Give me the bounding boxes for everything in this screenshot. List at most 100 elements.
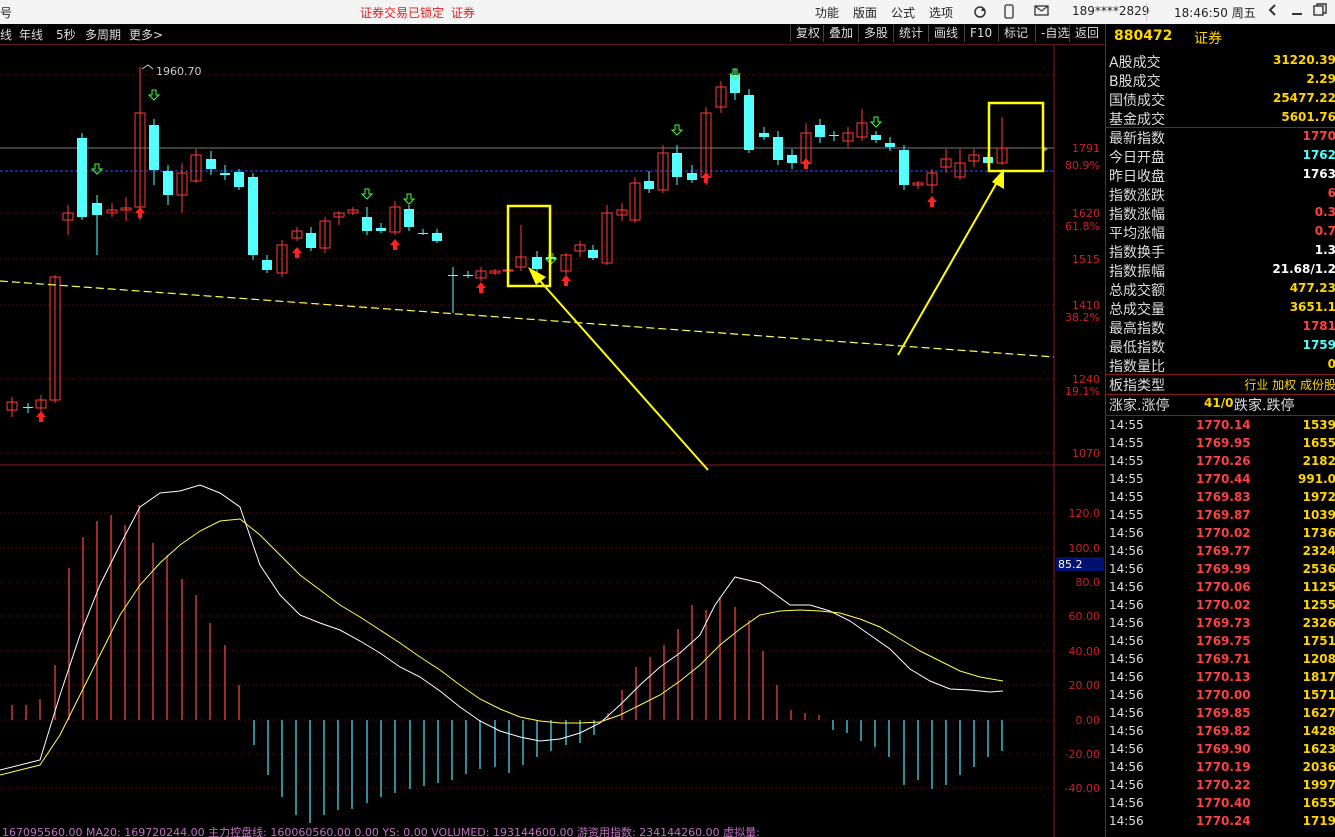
period-tab-5sec[interactable]: 5秒 bbox=[56, 26, 76, 43]
tick-row[interactable]: 14:56 1770.22 1997 bbox=[1106, 777, 1335, 795]
board-type-label: 板指类型 bbox=[1109, 378, 1165, 394]
stat-label: 最新指数 bbox=[1109, 131, 1165, 147]
tick-price: 1769.83 bbox=[1196, 490, 1251, 504]
tick-row[interactable]: 14:56 1770.06 1125 bbox=[1106, 579, 1335, 597]
candle-body bbox=[463, 275, 473, 276]
chart-grid bbox=[0, 45, 1105, 837]
candle-body bbox=[672, 153, 682, 177]
tick-time: 14:55 bbox=[1109, 454, 1144, 468]
macd-dea-line bbox=[0, 518, 1004, 776]
menu-function[interactable]: 功能 bbox=[815, 4, 839, 21]
stat-value: 0.7 bbox=[1314, 224, 1335, 238]
tick-volume: 1039 bbox=[1302, 508, 1335, 522]
user-account[interactable]: 189****2829 bbox=[1072, 4, 1149, 18]
tick-volume: 1627 bbox=[1302, 706, 1335, 720]
tick-volume: 2326 bbox=[1302, 616, 1335, 630]
tick-row[interactable]: 14:56 1770.19 2036 bbox=[1106, 759, 1335, 777]
minimize-icon[interactable] bbox=[1290, 2, 1304, 21]
period-tab-multi[interactable]: 多周期 bbox=[85, 26, 121, 43]
tick-row[interactable]: 14:56 1770.13 1817 bbox=[1106, 669, 1335, 687]
stat-value: 1759 bbox=[1302, 338, 1335, 352]
candle-body bbox=[220, 173, 230, 175]
stat-label: 指数涨跌 bbox=[1109, 188, 1165, 204]
chart-toolbar: 线 年线 5秒 多周期 更多> 复权 叠加 多股 统计 画线 F10 标记 -自… bbox=[0, 24, 1105, 45]
tick-price: 1769.90 bbox=[1196, 742, 1251, 756]
macd-axis-label: 40.00 bbox=[1069, 645, 1101, 658]
tick-price: 1770.00 bbox=[1196, 688, 1251, 702]
mark-button[interactable]: 标记 bbox=[998, 25, 1033, 42]
kline-chart[interactable]: 179180.9%162061.8%1515141038.2%124019.1%… bbox=[0, 45, 1105, 837]
restore-rights-button[interactable]: 复权 bbox=[790, 25, 825, 42]
buy-arrow-icon bbox=[927, 196, 937, 207]
period-tab-more[interactable]: 更多> bbox=[129, 26, 163, 43]
tick-row[interactable]: 14:55 1769.87 1039 bbox=[1106, 507, 1335, 525]
price-axis-label: 1515 bbox=[1072, 253, 1100, 266]
tick-row[interactable]: 14:56 1769.75 1751 bbox=[1106, 633, 1335, 651]
candle-body bbox=[787, 155, 797, 163]
candle-body bbox=[248, 177, 258, 255]
tick-time: 14:56 bbox=[1109, 742, 1144, 756]
tick-row[interactable]: 14:56 1769.90 1623 bbox=[1106, 741, 1335, 759]
tick-row[interactable]: 14:56 1769.71 1208 bbox=[1106, 651, 1335, 669]
tick-row[interactable]: 14:56 1769.82 1428 bbox=[1106, 723, 1335, 741]
macd-axis-label: 0.00 bbox=[1076, 714, 1101, 727]
clock: 18:46:50 周五 bbox=[1174, 6, 1256, 20]
mail-icon[interactable] bbox=[1034, 4, 1050, 21]
stat-row: A股成交 31220.39 bbox=[1106, 52, 1335, 71]
tick-row[interactable]: 14:56 1770.02 1255 bbox=[1106, 597, 1335, 615]
tick-price: 1770.22 bbox=[1196, 778, 1251, 792]
quote-panel: 880472 证券 A股成交 31220.39 B股成交 2.29 国债成交 25477.… bbox=[1105, 24, 1335, 837]
tick-row[interactable]: 14:55 1769.83 1972 bbox=[1106, 489, 1335, 507]
phone-icon[interactable] bbox=[1002, 4, 1016, 23]
stat-row: 指数量比 0 bbox=[1106, 356, 1335, 375]
stats-button[interactable]: 统计 bbox=[893, 25, 928, 42]
stat-row: 基金成交 5601.76 bbox=[1106, 109, 1335, 128]
highlight-box bbox=[506, 204, 552, 288]
tick-row[interactable]: 14:56 1769.99 2536 bbox=[1106, 561, 1335, 579]
tick-row[interactable]: 14:56 1770.00 1571 bbox=[1106, 687, 1335, 705]
tick-row[interactable]: 14:55 1770.26 2182 bbox=[1106, 453, 1335, 471]
period-tab-partial[interactable]: 线 bbox=[0, 26, 12, 43]
sell-arrow-icon bbox=[360, 188, 374, 200]
candle-body bbox=[262, 260, 272, 270]
refresh-icon[interactable] bbox=[972, 4, 988, 23]
candle-body bbox=[404, 209, 414, 227]
candle-body bbox=[376, 228, 386, 231]
tick-volume: 2536 bbox=[1302, 562, 1335, 576]
tick-row[interactable]: 14:56 1769.73 2326 bbox=[1106, 615, 1335, 633]
tick-row[interactable]: 14:55 1769.95 1655 bbox=[1106, 435, 1335, 453]
multi-stock-button[interactable]: 多股 bbox=[858, 25, 893, 42]
stat-value: 31220.39 bbox=[1272, 53, 1335, 67]
overlay-button[interactable]: 叠加 bbox=[823, 25, 858, 42]
tick-row[interactable]: 14:56 1769.85 1627 bbox=[1106, 705, 1335, 723]
macd-axis-label: -40.00 bbox=[1065, 782, 1100, 795]
period-tab-year[interactable]: 年线 bbox=[19, 26, 43, 43]
tick-price: 1769.82 bbox=[1196, 724, 1251, 738]
stat-value: 1762 bbox=[1302, 148, 1335, 162]
macd-cursor-value: 85.2 bbox=[1058, 558, 1083, 571]
f10-button[interactable]: F10 bbox=[964, 25, 997, 42]
tick-row[interactable]: 14:56 1769.77 2324 bbox=[1106, 543, 1335, 561]
buy-arrow-icon bbox=[135, 207, 145, 218]
menu-formula[interactable]: 公式 bbox=[891, 4, 915, 21]
tick-row[interactable]: 14:55 1770.14 1539 bbox=[1106, 417, 1335, 435]
menu-layout[interactable]: 版面 bbox=[853, 4, 877, 21]
tick-time: 14:56 bbox=[1109, 580, 1144, 594]
back-icon[interactable] bbox=[1266, 2, 1280, 21]
price-axis-label: 1620 bbox=[1072, 207, 1100, 220]
maximize-icon[interactable] bbox=[1312, 2, 1328, 21]
pointer-arrow bbox=[532, 272, 709, 471]
tick-volume: 1208 bbox=[1302, 652, 1335, 666]
tick-row[interactable]: 14:56 1770.40 1655 bbox=[1106, 795, 1335, 813]
stat-label: 总成交量 bbox=[1109, 302, 1165, 318]
tick-row[interactable]: 14:55 1770.44 991.0 bbox=[1106, 471, 1335, 489]
return-button[interactable]: 返回 bbox=[1069, 25, 1104, 42]
menu-options[interactable]: 选项 bbox=[929, 4, 953, 21]
tick-row[interactable]: 14:56 1770.24 1719 bbox=[1106, 813, 1335, 831]
tick-volume: 1997 bbox=[1302, 778, 1335, 792]
draw-line-button[interactable]: 画线 bbox=[928, 25, 963, 42]
trade-link[interactable]: 证券 bbox=[451, 4, 475, 21]
stat-row: 指数振幅 21.68/1.2 bbox=[1106, 261, 1335, 280]
tick-row[interactable]: 14:56 1770.02 1736 bbox=[1106, 525, 1335, 543]
tick-price: 1769.99 bbox=[1196, 562, 1251, 576]
